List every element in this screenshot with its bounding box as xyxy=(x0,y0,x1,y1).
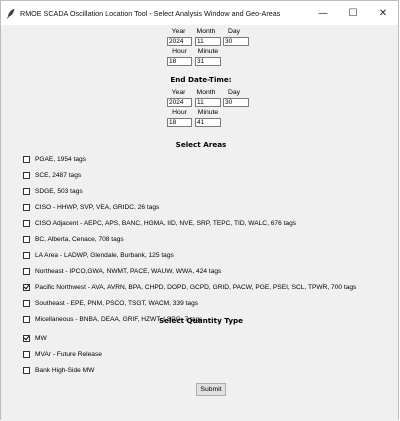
checkbox[interactable] xyxy=(23,187,30,195)
start-minute-label: Minute xyxy=(197,48,219,55)
area-checkbox-la-area[interactable]: LA Area - LADWP, Glendale, Burbank, 125 … xyxy=(23,250,174,260)
start-month-label: Month xyxy=(196,28,216,35)
area-checkbox-ciso-adjacent[interactable]: CISO Adjacent - AEPC, APS, BANC, HGMA, I… xyxy=(23,218,296,228)
checkbox[interactable] xyxy=(23,334,30,342)
checkbox[interactable] xyxy=(23,299,30,307)
end-minute-input[interactable]: 41 xyxy=(195,118,221,127)
start-hour-input[interactable]: 18 xyxy=(167,57,192,66)
checkbox[interactable] xyxy=(23,251,30,259)
quantity-label: Bank High-Side MW xyxy=(35,366,95,374)
start-month-input[interactable]: 11 xyxy=(195,37,221,46)
area-label: SDGE, 503 tags xyxy=(35,187,83,195)
end-month-input[interactable]: 11 xyxy=(195,98,221,107)
feather-icon xyxy=(5,7,17,19)
end-hour-input[interactable]: 18 xyxy=(167,118,192,127)
start-datetime-group: Year Month Day 2024 11 30 Hour Minute 18… xyxy=(166,27,266,66)
quantity-checkbox-mvar[interactable]: MVAr - Future Release xyxy=(23,349,102,359)
quantity-checkbox-bank-high-side-mw[interactable]: Bank High-Side MW xyxy=(23,365,94,375)
area-label: SCE, 2487 tags xyxy=(35,171,82,179)
end-day-input[interactable]: 30 xyxy=(223,98,249,107)
area-checkbox-sdge[interactable]: SDGE, 503 tags xyxy=(23,186,83,196)
start-day-input[interactable]: 30 xyxy=(223,37,249,46)
area-checkbox-northeast[interactable]: Northeast - IPCO,GWA, NWMT, PACE, WAUW, … xyxy=(23,266,221,276)
area-label: CISO - HHWP, SVP, VEA, GRIDC, 26 tags xyxy=(35,203,160,211)
maximize-button[interactable]: ☐ xyxy=(338,1,368,25)
area-checkbox-southeast[interactable]: Southeast - EPE, PNM, PSCO, TSGT, WACM, … xyxy=(23,298,198,308)
form-content: Year Month Day 2024 11 30 Hour Minute 18… xyxy=(1,25,398,421)
checkbox[interactable] xyxy=(23,366,30,374)
area-checkbox-ciso[interactable]: CISO - HHWP, SVP, VEA, GRIDC, 26 tags xyxy=(23,202,159,212)
submit-button[interactable]: Submit xyxy=(196,383,226,396)
end-datetime-heading: End Date-Time: xyxy=(170,75,232,84)
area-label: Pacific Northwest - AVA, AVRN, BPA, CHPD… xyxy=(35,283,357,291)
end-hour-label: Hour xyxy=(172,109,187,116)
title-bar[interactable]: RMOE SCADA Oscillation Location Tool - S… xyxy=(1,1,398,25)
minimize-button[interactable]: — xyxy=(308,1,338,25)
quantity-label: MVAr - Future Release xyxy=(35,350,102,358)
areas-heading: Select Areas xyxy=(175,140,227,149)
checkbox[interactable] xyxy=(23,350,30,358)
checkbox[interactable] xyxy=(23,219,30,227)
end-datetime-group: Year Month Day 2024 11 30 Hour Minute 18… xyxy=(166,88,266,127)
area-checkbox-pacific-northwest[interactable]: Pacific Northwest - AVA, AVRN, BPA, CHPD… xyxy=(23,282,356,292)
start-hour-label: Hour xyxy=(172,48,187,55)
checkbox[interactable] xyxy=(23,235,30,243)
close-button[interactable]: ✕ xyxy=(368,1,398,25)
area-label: Northeast - IPCO,GWA, NWMT, PACE, WAUW, … xyxy=(35,267,222,275)
checkbox[interactable] xyxy=(23,267,30,275)
app-window: RMOE SCADA Oscillation Location Tool - S… xyxy=(0,0,399,421)
start-year-label: Year xyxy=(171,28,186,35)
checkbox[interactable] xyxy=(23,283,30,291)
end-month-label: Month xyxy=(196,89,216,96)
quantity-label: MW xyxy=(35,334,47,342)
quantity-checkbox-mw[interactable]: MW xyxy=(23,333,47,343)
area-label: LA Area - LADWP, Glendale, Burbank, 125 … xyxy=(35,251,174,259)
checkbox[interactable] xyxy=(23,203,30,211)
area-label: Southeast - EPE, PNM, PSCO, TSGT, WACM, … xyxy=(35,299,199,307)
end-year-label: Year xyxy=(171,89,186,96)
start-minute-input[interactable]: 31 xyxy=(195,57,221,66)
area-label: BC, Alberta, Cenace, 708 tags xyxy=(35,235,124,243)
area-checkbox-bc-alberta[interactable]: BC, Alberta, Cenace, 708 tags xyxy=(23,234,124,244)
start-year-input[interactable]: 2024 xyxy=(167,37,192,46)
area-label: CISO Adjacent - AEPC, APS, BANC, HGMA, I… xyxy=(35,219,297,227)
start-day-label: Day xyxy=(227,28,241,35)
end-day-label: Day xyxy=(227,89,241,96)
end-minute-label: Minute xyxy=(197,109,219,116)
area-checkbox-sce[interactable]: SCE, 2487 tags xyxy=(23,170,81,180)
checkbox[interactable] xyxy=(23,155,30,163)
end-year-input[interactable]: 2024 xyxy=(167,98,192,107)
window-title: RMOE SCADA Oscillation Location Tool - S… xyxy=(20,8,281,18)
area-label: PGAE, 1954 tags xyxy=(35,155,86,163)
quantity-heading: Select Quantity Type xyxy=(158,316,244,325)
area-checkbox-pgae[interactable]: PGAE, 1954 tags xyxy=(23,154,86,164)
checkbox[interactable] xyxy=(23,171,30,179)
